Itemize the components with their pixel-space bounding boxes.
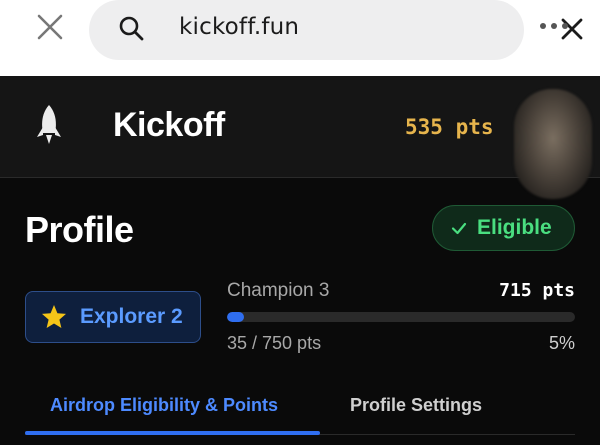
url-text[interactable]: kickoff.fun bbox=[179, 14, 299, 40]
page-title: Profile bbox=[25, 209, 134, 250]
tab-profile-settings[interactable]: Profile Settings bbox=[350, 395, 482, 416]
progress-fill bbox=[227, 312, 244, 322]
active-tab-indicator bbox=[25, 431, 320, 435]
rocket-icon bbox=[37, 105, 61, 144]
avatar[interactable] bbox=[514, 89, 592, 199]
app-header: Kickoff 535 pts bbox=[0, 76, 600, 178]
browser-toolbar: kickoff.fun bbox=[0, 0, 600, 76]
next-tier-points: 715 pts bbox=[499, 280, 575, 301]
tier-label: Explorer 2 bbox=[80, 305, 183, 328]
points-balance: 535 pts bbox=[405, 115, 494, 139]
brand-name[interactable]: Kickoff bbox=[113, 106, 225, 145]
check-icon bbox=[451, 222, 467, 235]
search-icon bbox=[119, 16, 144, 41]
star-icon bbox=[42, 305, 66, 328]
eligibility-badge: Eligible bbox=[432, 205, 575, 251]
more-dots-icon[interactable] bbox=[540, 16, 576, 36]
tier-badge: Explorer 2 bbox=[25, 291, 201, 343]
progress-bar bbox=[227, 312, 575, 322]
close-icon[interactable] bbox=[30, 7, 70, 47]
progress-count: 35 / 750 pts bbox=[227, 333, 322, 353]
address-bar[interactable]: kickoff.fun bbox=[89, 0, 583, 60]
progress-percent: 5% bbox=[548, 333, 575, 353]
tab-airdrop-eligibility[interactable]: Airdrop Eligibility & Points bbox=[50, 395, 278, 416]
eligibility-label: Eligible bbox=[477, 216, 552, 239]
next-tier-name: Champion 3 bbox=[227, 280, 330, 301]
